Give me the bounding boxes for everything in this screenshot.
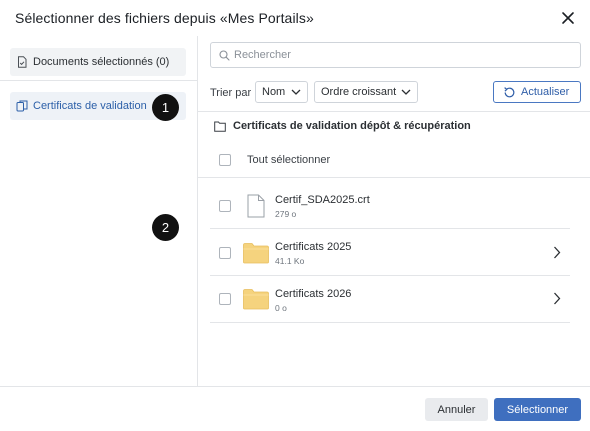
breadcrumb-label: Certificats de validation dépôt & récupé… [233,120,471,132]
sort-order-value: Ordre croissant [321,86,397,98]
folder-icon [243,243,269,264]
sidebar-item-selected-documents[interactable]: Documents sélectionnés (0) [10,48,186,76]
footer-divider [0,386,590,387]
item-size: 0 o [275,303,287,313]
select-all-label: Tout sélectionner [247,154,331,166]
row-divider [210,275,570,276]
folder-outline-icon [214,121,226,132]
search-box[interactable] [210,42,581,68]
search-icon [219,49,230,61]
sort-field-select[interactable]: Nom [255,81,308,103]
chevron-right-icon[interactable] [553,246,561,259]
sidebar-item-label: Certificats de validation [33,100,147,112]
sort-field-value: Nom [262,86,286,98]
sort-label: Trier par [210,87,252,99]
sort-order-select[interactable]: Ordre croissant [314,81,418,103]
refresh-label: Actualiser [521,86,570,98]
sidebar: Documents sélectionnés (0) Certificats d… [0,36,198,386]
sidebar-divider [0,80,197,81]
step-marker-1: 1 [152,94,179,121]
chevron-down-icon [401,89,411,95]
item-checkbox[interactable] [219,247,231,259]
toolbar-divider [198,111,590,112]
close-icon[interactable] [560,10,576,26]
cancel-button[interactable]: Annuler [425,398,488,421]
dialog-title: Sélectionner des fichiers depuis «Mes Po… [15,10,314,26]
item-checkbox[interactable] [219,200,231,212]
dialog-header: Sélectionner des fichiers depuis «Mes Po… [0,0,590,36]
item-checkbox[interactable] [219,293,231,305]
select-button[interactable]: Sélectionner [494,398,581,421]
document-check-icon [18,56,27,68]
refresh-button[interactable]: Actualiser [493,81,581,103]
search-input[interactable] [234,49,564,61]
file-icon [247,194,265,218]
row-divider [210,228,570,229]
step-marker-2: 2 [152,214,179,241]
sidebar-item-label: Documents sélectionnés (0) [33,56,170,68]
item-name: Certif_SDA2025.crt [275,194,370,206]
chevron-down-icon [291,89,301,95]
item-name: Certificats 2025 [275,241,352,253]
item-size: 41.1 Ko [275,256,305,266]
item-name: Certificats 2026 [275,288,352,300]
breadcrumb: Certificats de validation dépôt & récupé… [214,120,471,132]
row-divider [210,322,570,323]
select-all-checkbox[interactable] [219,154,231,166]
item-size: 279 o [275,209,297,219]
list-header-divider [198,177,590,178]
folder-icon [243,289,269,310]
refresh-icon [504,86,515,97]
main-pane: Trier par Nom Ordre croissant Actualiser… [198,36,590,386]
copy-files-icon [16,100,28,112]
chevron-right-icon[interactable] [553,292,561,305]
